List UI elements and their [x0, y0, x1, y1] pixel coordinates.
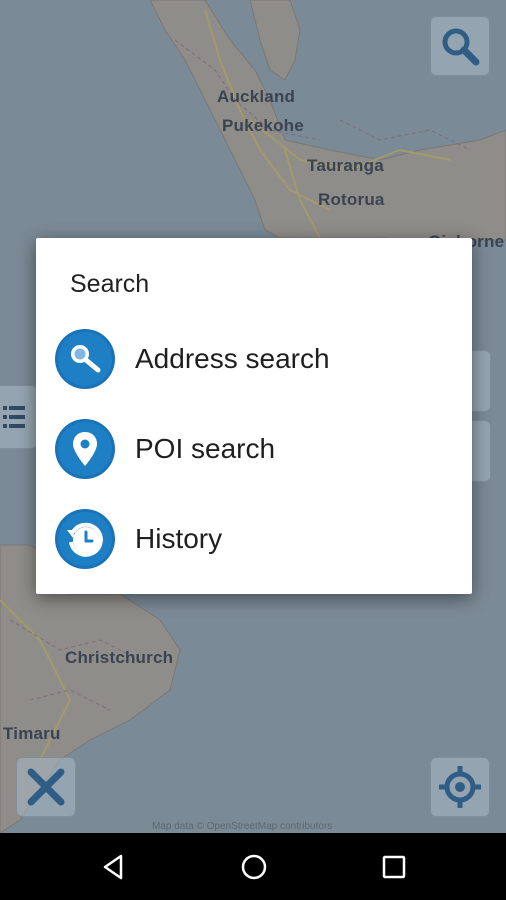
history-label: History: [135, 523, 223, 554]
map-search-button[interactable]: [430, 16, 490, 76]
map-label-auckland: Auckland: [217, 87, 296, 106]
nav-recents-button[interactable]: [364, 845, 424, 889]
back-icon: [103, 854, 123, 880]
map-locate-button[interactable]: [430, 757, 490, 817]
home-icon: [241, 854, 267, 880]
poi-search-label: POI search: [135, 433, 276, 464]
map-attribution: Map data © OpenStreetMap contributors: [152, 821, 333, 832]
poi-search-item[interactable]: POI search: [36, 408, 472, 490]
app-screen: Auckland Pukekohe Tauranga Rotorua Gisbo…: [0, 0, 506, 900]
history-icon: [55, 509, 115, 569]
map-label-rotorua: Rotorua: [318, 190, 385, 209]
close-icon: [27, 768, 65, 806]
recents-icon: [382, 855, 406, 879]
map-label-christchurch: Christchurch: [65, 648, 174, 667]
locate-icon: [439, 766, 481, 808]
search-icon: [442, 28, 480, 66]
map-label-pukekohe: Pukekohe: [222, 116, 304, 135]
search-dialog: Search Address search POI search History: [36, 238, 472, 594]
dialog-title: Search: [70, 270, 150, 298]
nav-back-button[interactable]: [84, 845, 144, 889]
map-close-button[interactable]: [16, 757, 76, 817]
map-label-tauranga: Tauranga: [307, 156, 384, 175]
map-list-button[interactable]: [0, 385, 38, 449]
address-search-item[interactable]: Address search: [36, 318, 472, 400]
location-pin-icon: [55, 419, 115, 479]
address-search-label: Address search: [135, 343, 330, 374]
address-search-icon: [55, 329, 115, 389]
system-nav-bar: [0, 833, 506, 900]
history-item[interactable]: History: [36, 498, 472, 580]
map-label-timaru: Timaru: [3, 724, 61, 743]
list-icon: [3, 406, 25, 428]
nav-home-button[interactable]: [224, 845, 284, 889]
